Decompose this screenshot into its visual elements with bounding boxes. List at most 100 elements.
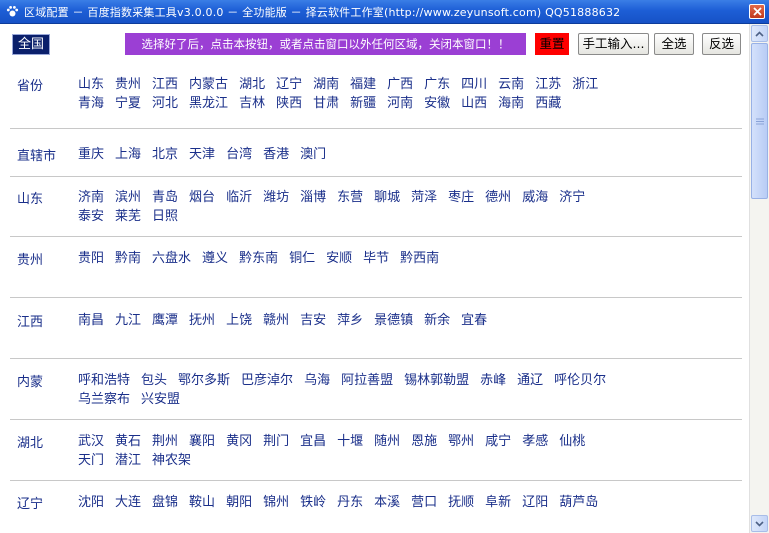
region-item[interactable]: 葫芦岛: [559, 493, 598, 512]
region-item[interactable]: 济宁: [559, 188, 585, 207]
region-item[interactable]: 呼伦贝尔: [554, 371, 606, 390]
region-item[interactable]: 云南: [498, 75, 524, 94]
region-item[interactable]: 聊城: [374, 188, 400, 207]
region-item[interactable]: 兴安盟: [141, 390, 180, 409]
region-item[interactable]: 威海: [522, 188, 548, 207]
region-item[interactable]: 黔南: [115, 249, 141, 268]
region-item[interactable]: 随州: [374, 432, 400, 451]
region-item[interactable]: 黔西南: [400, 249, 439, 268]
region-item[interactable]: 新疆: [350, 94, 376, 113]
region-item[interactable]: 内蒙古: [189, 75, 228, 94]
region-item[interactable]: 菏泽: [411, 188, 437, 207]
region-item[interactable]: 盘锦: [152, 493, 178, 512]
region-item[interactable]: 黔东南: [239, 249, 278, 268]
region-item[interactable]: 新余: [424, 311, 450, 330]
region-item[interactable]: 遵义: [202, 249, 228, 268]
region-item[interactable]: 青海: [78, 94, 104, 113]
region-item[interactable]: 福建: [350, 75, 376, 94]
reset-button[interactable]: 重置: [535, 33, 569, 55]
region-item[interactable]: 贵州: [115, 75, 141, 94]
region-item[interactable]: 黄冈: [226, 432, 252, 451]
region-item[interactable]: 河北: [152, 94, 178, 113]
region-item[interactable]: 辽宁: [276, 75, 302, 94]
region-item[interactable]: 朝阳: [226, 493, 252, 512]
region-item[interactable]: 北京: [152, 145, 178, 164]
region-item[interactable]: 香港: [263, 145, 289, 164]
scroll-down-button[interactable]: [751, 515, 768, 532]
region-item[interactable]: 东营: [337, 188, 363, 207]
region-item[interactable]: 荆门: [263, 432, 289, 451]
region-item[interactable]: 四川: [461, 75, 487, 94]
region-item[interactable]: 宜昌: [300, 432, 326, 451]
region-item[interactable]: 江苏: [535, 75, 561, 94]
region-item[interactable]: 赣州: [263, 311, 289, 330]
region-item[interactable]: 淄博: [300, 188, 326, 207]
region-item[interactable]: 吉安: [300, 311, 326, 330]
region-item[interactable]: 西藏: [535, 94, 561, 113]
region-item[interactable]: 乌海: [304, 371, 330, 390]
region-item[interactable]: 河南: [387, 94, 413, 113]
region-item[interactable]: 贵阳: [78, 249, 104, 268]
region-item[interactable]: 甘肃: [313, 94, 339, 113]
region-item[interactable]: 浙江: [572, 75, 598, 94]
region-item[interactable]: 毕节: [363, 249, 389, 268]
region-item[interactable]: 萍乡: [337, 311, 363, 330]
title-bar[interactable]: 区域配置 － 百度指数采集工具v3.0.0.0 － 全功能版 － 择云软件工作室…: [0, 0, 769, 24]
region-item[interactable]: 丹东: [337, 493, 363, 512]
region-item[interactable]: 武汉: [78, 432, 104, 451]
region-item[interactable]: 九江: [115, 311, 141, 330]
region-item[interactable]: 十堰: [337, 432, 363, 451]
region-item[interactable]: 烟台: [189, 188, 215, 207]
region-item[interactable]: 景德镇: [374, 311, 413, 330]
scroll-up-button[interactable]: [751, 25, 768, 42]
region-item[interactable]: 通辽: [517, 371, 543, 390]
region-item[interactable]: 重庆: [78, 145, 104, 164]
region-item[interactable]: 莱芜: [115, 207, 141, 226]
region-item[interactable]: 鹰潭: [152, 311, 178, 330]
region-item[interactable]: 神农架: [152, 451, 191, 470]
region-item[interactable]: 吉林: [239, 94, 265, 113]
region-item[interactable]: 鞍山: [189, 493, 215, 512]
region-item[interactable]: 滨州: [115, 188, 141, 207]
region-item[interactable]: 安徽: [424, 94, 450, 113]
region-item[interactable]: 枣庄: [448, 188, 474, 207]
region-item[interactable]: 呼和浩特: [78, 371, 130, 390]
region-item[interactable]: 铁岭: [300, 493, 326, 512]
region-item[interactable]: 泰安: [78, 207, 104, 226]
region-item[interactable]: 宁夏: [115, 94, 141, 113]
region-item[interactable]: 潍坊: [263, 188, 289, 207]
region-item[interactable]: 德州: [485, 188, 511, 207]
close-notice-button[interactable]: 选择好了后，点击本按钮，或者点击窗口以外任何区域，关闭本窗口！！: [125, 33, 526, 55]
region-item[interactable]: 鄂尔多斯: [178, 371, 230, 390]
region-item[interactable]: 南昌: [78, 311, 104, 330]
region-item[interactable]: 湖北: [239, 75, 265, 94]
all-country-button[interactable]: 全国: [12, 34, 51, 55]
region-item[interactable]: 上海: [115, 145, 141, 164]
region-item[interactable]: 孝感: [522, 432, 548, 451]
scroll-thumb[interactable]: [751, 43, 768, 199]
region-item[interactable]: 上饶: [226, 311, 252, 330]
region-item[interactable]: 天津: [189, 145, 215, 164]
region-item[interactable]: 大连: [115, 493, 141, 512]
region-item[interactable]: 荆州: [152, 432, 178, 451]
region-item[interactable]: 天门: [78, 451, 104, 470]
region-item[interactable]: 济南: [78, 188, 104, 207]
region-item[interactable]: 潜江: [115, 451, 141, 470]
select-all-button[interactable]: 全选: [654, 33, 694, 55]
region-item[interactable]: 黑龙江: [189, 94, 228, 113]
region-item[interactable]: 咸宁: [485, 432, 511, 451]
region-item[interactable]: 黄石: [115, 432, 141, 451]
region-item[interactable]: 宜春: [461, 311, 487, 330]
region-item[interactable]: 临沂: [226, 188, 252, 207]
region-item[interactable]: 台湾: [226, 145, 252, 164]
region-item[interactable]: 山西: [461, 94, 487, 113]
region-item[interactable]: 襄阳: [189, 432, 215, 451]
region-item[interactable]: 湖南: [313, 75, 339, 94]
region-item[interactable]: 营口: [411, 493, 437, 512]
region-item[interactable]: 包头: [141, 371, 167, 390]
region-item[interactable]: 辽阳: [522, 493, 548, 512]
vertical-scrollbar[interactable]: [749, 24, 769, 533]
region-item[interactable]: 山东: [78, 75, 104, 94]
region-item[interactable]: 恩施: [411, 432, 437, 451]
manual-input-button[interactable]: 手工输入...: [578, 33, 649, 55]
